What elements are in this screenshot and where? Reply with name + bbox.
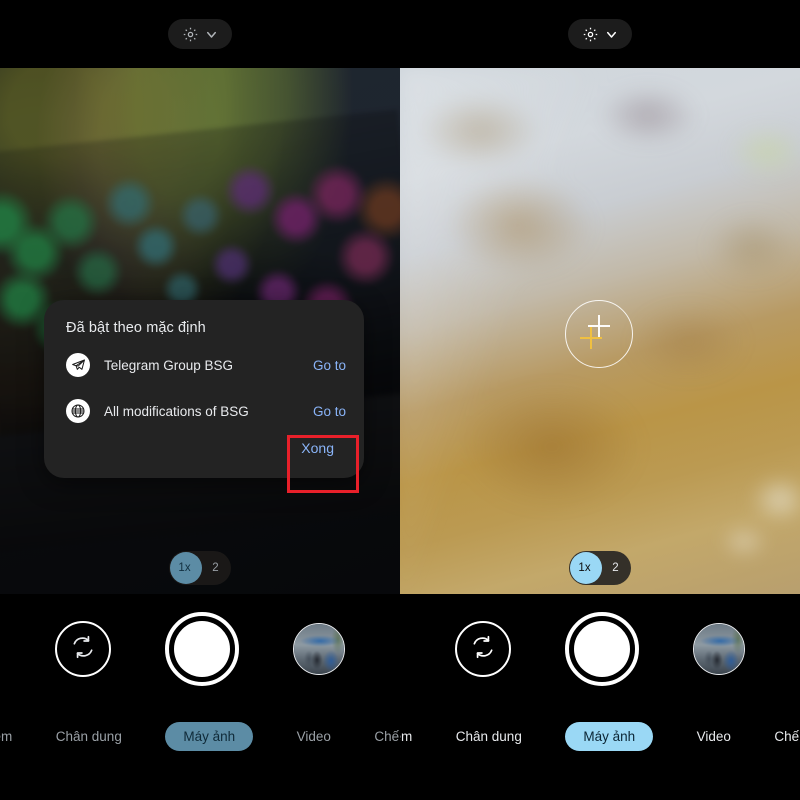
dialog-row-label: Telegram Group BSG <box>104 357 234 373</box>
gallery-thumbnail-button[interactable] <box>693 623 745 675</box>
mode-more[interactable]: Chế độ <box>374 722 400 751</box>
bottom-filler <box>0 788 400 800</box>
mode-portrait[interactable]: Chân dung <box>56 722 122 751</box>
telegram-icon <box>66 353 90 377</box>
phone-screen-right: 1x 2 đêm <box>400 0 800 800</box>
screenshot-pair: Đã bật theo mặc định Telegram Group BSG … <box>0 0 800 800</box>
default-apps-dialog: Đã bật theo mặc định Telegram Group BSG … <box>44 300 364 478</box>
camera-flip-icon <box>470 634 496 665</box>
camera-top-bar <box>400 0 800 68</box>
phone-screen-left: Đã bật theo mặc định Telegram Group BSG … <box>0 0 400 800</box>
gallery-thumbnail-image <box>294 624 344 674</box>
camera-flip-icon <box>70 634 96 665</box>
shutter-button[interactable] <box>165 612 239 686</box>
dialog-row-telegram[interactable]: Telegram Group BSG Go to <box>44 342 364 388</box>
settings-pill-button[interactable] <box>568 19 632 49</box>
gallery-thumbnail-button[interactable] <box>293 623 345 675</box>
mode-night[interactable]: đêm <box>400 722 412 751</box>
shutter-inner <box>174 621 230 677</box>
mode-video[interactable]: Video <box>297 722 331 751</box>
mode-night[interactable]: đêm <box>0 722 12 751</box>
dialog-title: Đã bật theo mặc định <box>66 320 206 336</box>
mode-more[interactable]: Chế độ <box>774 722 800 751</box>
chevron-down-icon[interactable] <box>604 27 619 42</box>
focus-crosshair-exposure[interactable] <box>580 327 602 349</box>
dialog-row-goto-link[interactable]: Go to <box>313 404 346 419</box>
camera-flip-button[interactable] <box>455 621 511 677</box>
globe-icon <box>66 399 90 423</box>
dialog-footer: Xong <box>44 434 364 470</box>
focus-reticle[interactable] <box>565 300 633 368</box>
mode-photo[interactable]: Máy ảnh <box>165 722 254 751</box>
shutter-inner <box>574 621 630 677</box>
camera-mode-bar: đêm Chân dung Máy ảnh Video Chế độ <box>0 704 400 800</box>
gear-icon[interactable] <box>182 26 199 43</box>
zoom-option-1x[interactable]: 1x <box>569 551 600 585</box>
dialog-done-button[interactable]: Xong <box>301 440 334 456</box>
mode-portrait[interactable]: Chân dung <box>456 722 522 751</box>
mode-photo[interactable]: Máy ảnh <box>565 722 654 751</box>
zoom-option-2x[interactable]: 2 <box>200 551 231 585</box>
zoom-level-selector[interactable]: 1x 2 <box>169 551 231 585</box>
zoom-level-selector[interactable]: 1x 2 <box>569 551 631 585</box>
camera-mode-bar: đêm Chân dung Máy ảnh Video Chế độ <box>400 704 800 800</box>
camera-flip-button[interactable] <box>55 621 111 677</box>
mode-video[interactable]: Video <box>697 722 731 751</box>
dialog-row-label: All modifications of BSG <box>104 403 249 419</box>
shutter-button[interactable] <box>565 612 639 686</box>
dialog-row-modifications[interactable]: All modifications of BSG Go to <box>44 388 364 434</box>
camera-controls-bar <box>400 594 800 704</box>
gallery-thumbnail-image <box>694 624 744 674</box>
dialog-row-goto-link[interactable]: Go to <box>313 358 346 373</box>
camera-top-bar <box>0 0 400 68</box>
gear-icon[interactable] <box>582 26 599 43</box>
zoom-option-2x[interactable]: 2 <box>600 551 631 585</box>
bottom-filler <box>400 788 800 800</box>
settings-pill-button[interactable] <box>168 19 232 49</box>
zoom-option-1x[interactable]: 1x <box>169 551 200 585</box>
chevron-down-icon[interactable] <box>204 27 219 42</box>
camera-controls-bar <box>0 594 400 704</box>
